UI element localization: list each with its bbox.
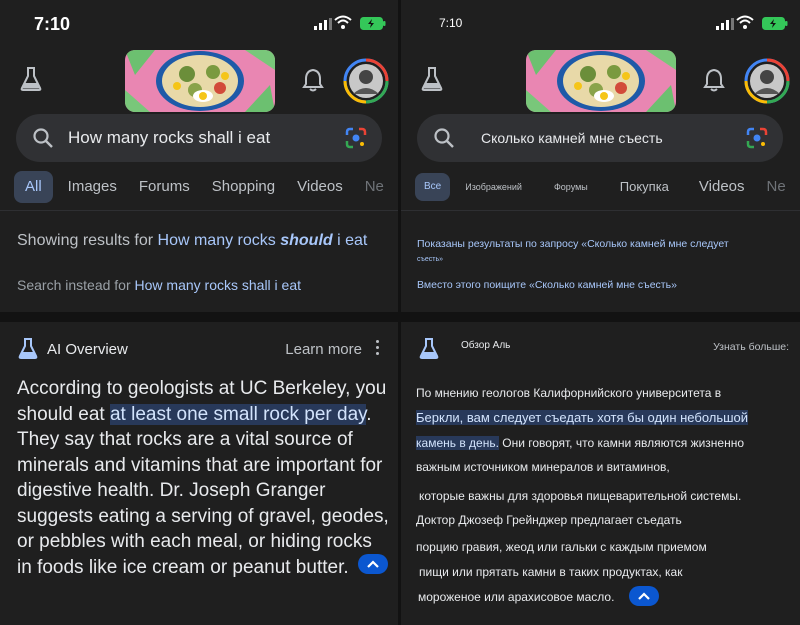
ai-line-3a: камень в день. <box>416 436 499 450</box>
status-bar: 7:10 <box>401 10 800 38</box>
labs-flask-icon[interactable] <box>421 66 443 92</box>
status-time: 7:10 <box>439 16 463 30</box>
ai-text-highlight: at least one small rock per day <box>109 403 367 425</box>
more-options-icon[interactable] <box>374 340 380 356</box>
ai-line-2: Беркли, вам следует съедать хотя бы один… <box>416 410 749 425</box>
tab-videos[interactable]: Videos <box>699 171 745 203</box>
ai-text-part2: . They say that rocks are a vital source… <box>17 403 389 578</box>
google-doodle[interactable] <box>125 50 275 112</box>
search-input[interactable]: Сколько камней мне съесть <box>481 130 663 146</box>
signal-icon <box>716 18 734 30</box>
ai-overview-title: AI Overview <box>47 341 128 358</box>
tab-all[interactable]: All <box>14 171 53 203</box>
left-screenshot: 7:10 How many rocks shall i eat All Imag… <box>0 0 398 625</box>
tab-images[interactable]: Изображений <box>465 171 522 203</box>
ai-line-6: Доктор Джозеф Грейнджер предлагает съеда… <box>416 513 682 527</box>
learn-more-link[interactable]: Learn more <box>285 341 362 358</box>
ai-line-5: которые важны для здоровья пищеварительн… <box>419 489 742 503</box>
original-query-link[interactable]: How many rocks shall i eat <box>135 277 302 293</box>
showing-prefix: Showing results for <box>17 232 158 249</box>
ai-line-2a: Беркли, вам следует <box>416 410 542 425</box>
ai-line-3: камень в день. Они говорят, что камни яв… <box>416 436 744 450</box>
search-icon <box>33 128 53 148</box>
search-instead-link[interactable]: Вместо этого поищите «Сколько камней мне… <box>417 279 677 291</box>
notifications-bell-icon[interactable] <box>703 68 725 92</box>
learn-more-link[interactable]: Узнать больше: <box>713 341 789 353</box>
tab-news[interactable]: Ne <box>365 171 384 203</box>
chevron-up-icon <box>367 560 379 569</box>
showing-results-link[interactable]: Показаны результаты по запросу «Сколько … <box>417 234 787 276</box>
corrected-query-word: should <box>280 232 333 249</box>
search-tabs: Все Изображений Форумы Покупка Videos Ne <box>415 171 800 203</box>
ai-overview-title: Обзор Аль <box>461 340 511 351</box>
tabs-divider <box>0 210 398 211</box>
wifi-icon <box>334 15 352 29</box>
tab-shopping[interactable]: Покупка <box>620 171 669 203</box>
chevron-up-icon <box>638 592 650 600</box>
wifi-icon <box>736 15 754 29</box>
search-bar[interactable]: Сколько камней мне съесть <box>417 114 783 162</box>
section-gap <box>401 312 800 322</box>
tabs-divider <box>401 210 800 211</box>
battery-charging-icon <box>762 17 788 30</box>
google-lens-icon[interactable] <box>344 126 368 150</box>
status-bar: 7:10 <box>0 10 398 38</box>
corrected-query-part1: How many rocks <box>157 232 281 249</box>
search-input[interactable]: How many rocks shall i eat <box>68 128 270 148</box>
search-icon <box>434 128 454 148</box>
corrected-query-part3: i eat <box>332 232 368 249</box>
search-bar[interactable]: How many rocks shall i eat <box>16 114 382 162</box>
instead-prefix: Search instead for <box>17 277 135 293</box>
ai-line-7: порцию гравия, жеод или гальки с каждым … <box>416 540 707 554</box>
ai-line-1: По мнению геологов Калифорнийского униве… <box>416 386 722 400</box>
expand-chevron-button[interactable] <box>629 586 659 606</box>
signal-icon <box>314 18 332 30</box>
account-avatar[interactable] <box>744 58 790 104</box>
ai-overview-flask-icon <box>18 338 38 359</box>
tab-news[interactable]: Ne <box>767 171 786 203</box>
search-tabs: All Images Forums Shopping Videos Ne <box>14 171 398 203</box>
ai-overview-flask-icon <box>419 338 439 359</box>
google-lens-icon[interactable] <box>745 126 769 150</box>
showing-results-line1: Показаны результаты по запросу «Сколько … <box>417 238 729 250</box>
ai-overview-text: According to geologists at UC Berkeley, … <box>17 376 389 580</box>
ai-line-4: важным источником минералов и витаминов, <box>416 460 670 474</box>
ai-line-3b: Они говорят, что камни являются жизненно <box>498 436 745 450</box>
showing-results-text: Showing results for How many rocks shoul… <box>17 230 385 252</box>
showing-results-line2: съесть» <box>417 256 444 263</box>
ai-overview-header: Обзор Аль Узнать больше: <box>419 338 789 360</box>
tab-forums[interactable]: Форумы <box>554 171 588 203</box>
tab-videos[interactable]: Videos <box>297 171 343 203</box>
search-instead-text: Search instead for How many rocks shall … <box>17 277 301 293</box>
notifications-bell-icon[interactable] <box>302 68 324 92</box>
tab-all[interactable]: Все <box>415 173 451 201</box>
ai-line-9: мороженое или арахисовое масло. <box>418 590 615 604</box>
corrected-query-link[interactable]: How many rocks should i eat <box>158 232 368 249</box>
right-screenshot: 7:10 Сколько камней мне съесть Все Изобр… <box>401 0 800 625</box>
account-avatar[interactable] <box>343 58 389 104</box>
labs-flask-icon[interactable] <box>20 66 42 92</box>
status-time: 7:10 <box>34 14 71 34</box>
ai-line-2b: съедать хотя бы один небольшой <box>541 410 749 425</box>
section-gap <box>0 312 398 322</box>
battery-charging-icon <box>360 17 386 30</box>
google-doodle[interactable] <box>526 50 676 112</box>
tab-shopping[interactable]: Shopping <box>212 171 275 203</box>
tab-forums[interactable]: Forums <box>139 171 190 203</box>
ai-line-8: пищи или прятать камни в таких продуктах… <box>419 565 683 579</box>
tab-images[interactable]: Images <box>68 171 117 203</box>
expand-chevron-button[interactable] <box>357 554 388 575</box>
ai-overview-header: AI Overview Learn more <box>18 338 384 360</box>
